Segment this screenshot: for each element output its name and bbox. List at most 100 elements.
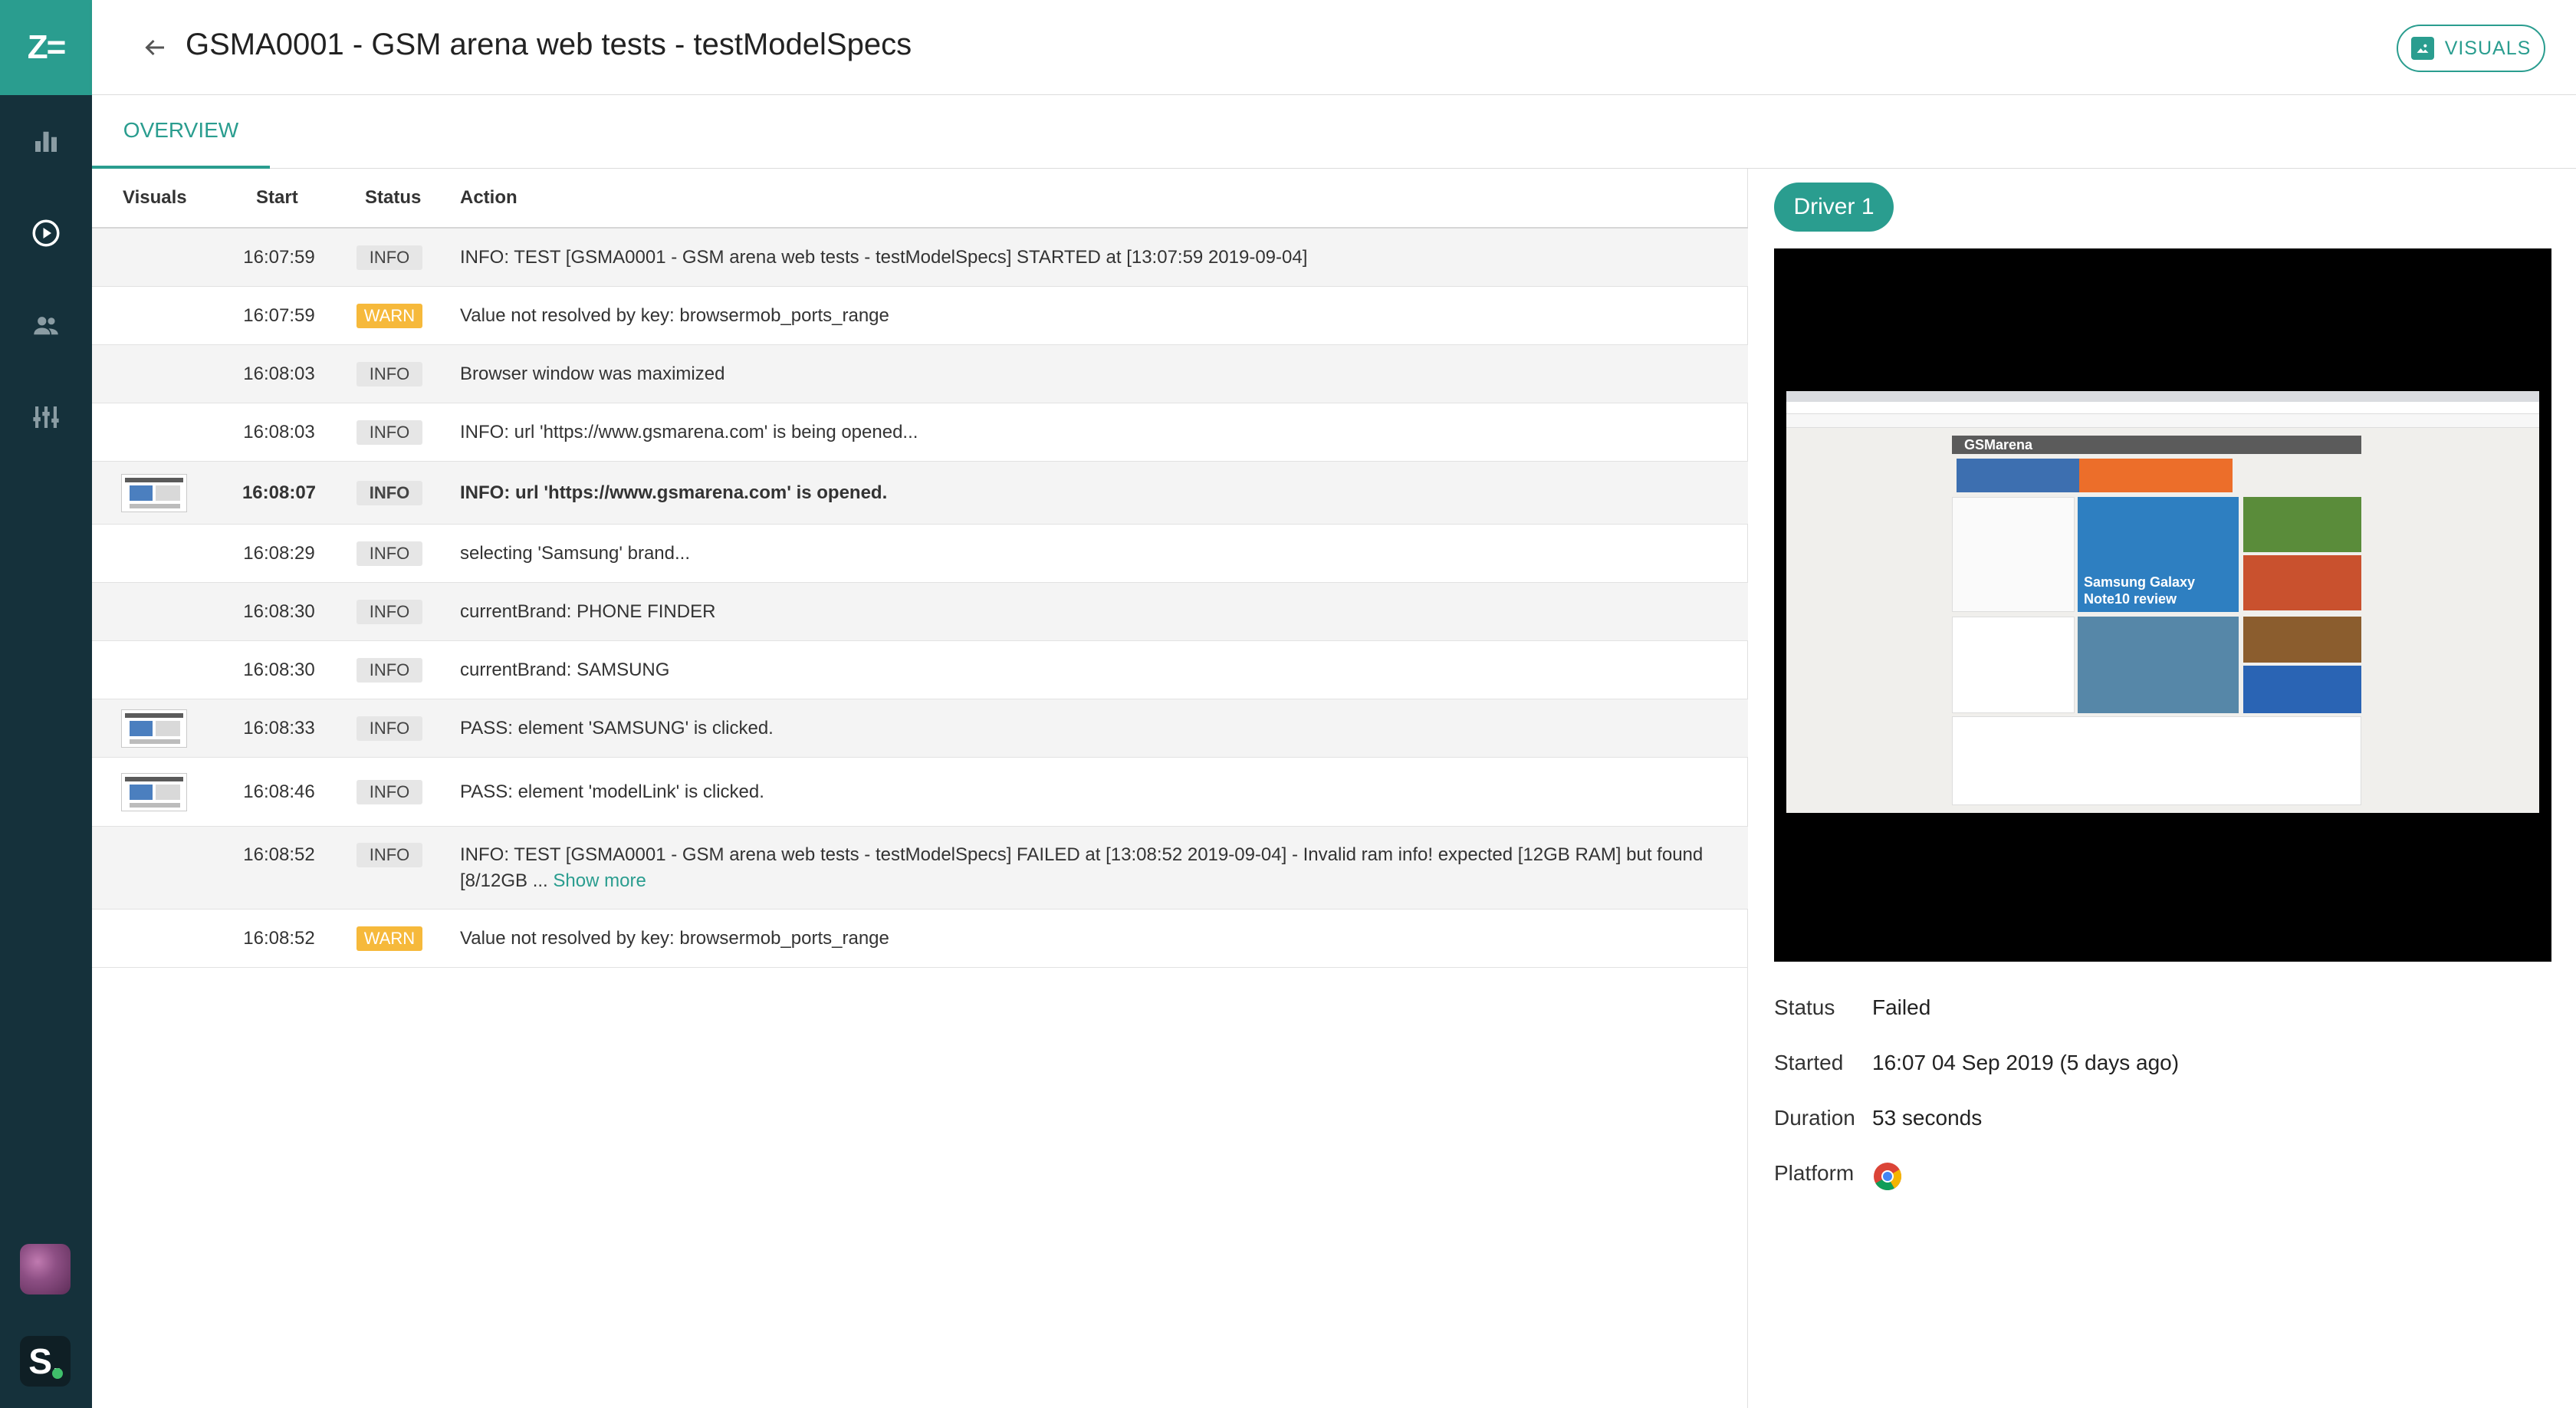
status-dot [52, 1368, 63, 1379]
visual-thumbnail[interactable] [121, 474, 187, 512]
log-start-time: 16:08:03 [243, 364, 315, 384]
detail-label: Platform [1774, 1161, 1855, 1185]
app-logo[interactable]: Z= [0, 0, 92, 95]
detail-status: Status Failed [1774, 995, 2541, 1026]
user-avatar[interactable] [20, 1244, 71, 1295]
arrow-left-icon [145, 39, 164, 56]
image-icon [2410, 37, 2434, 60]
status-badge: INFO [356, 420, 422, 445]
log-row[interactable]: 16:08:33 INFO PASS: element 'SAMSUNG' is c… [92, 699, 1748, 758]
log-start-time: 16:08:29 [243, 543, 315, 564]
detail-label: Started [1774, 1051, 1844, 1074]
back-button[interactable] [135, 28, 175, 67]
detail-platform: Platform [1774, 1161, 2541, 1192]
nav-rail: Z= S. [0, 0, 92, 1408]
site-tile [2243, 555, 2361, 610]
log-action: PASS: element 'SAMSUNG' is clicked. [460, 716, 1717, 742]
log-action: INFO: TEST [GSMA0001 - GSM arena web tes… [460, 842, 1717, 894]
visuals-button-label: VISUALS [2444, 37, 2532, 59]
nav-test-runs[interactable] [0, 202, 92, 264]
status-badge: INFO [356, 716, 422, 741]
column-action[interactable]: Action [460, 187, 518, 209]
site-ad-box [1952, 617, 2075, 713]
browser-screenshot: GSMarena Samsung Galaxy Note10 review [1786, 391, 2539, 813]
log-row[interactable]: 16:07:59 WARN Value not resolved by key: b… [92, 287, 1748, 345]
log-start-time: 16:08:33 [243, 718, 315, 739]
visuals-button[interactable]: VISUALS [2397, 25, 2545, 72]
log-action-text: INFO: TEST [GSMA0001 - GSM arena web tes… [460, 844, 1704, 891]
status-value: Failed [1872, 995, 1931, 1019]
site-latest-devices [1952, 716, 2361, 805]
log-start-time: 16:08:46 [243, 781, 315, 802]
visual-thumbnail[interactable] [121, 709, 187, 748]
log-row[interactable]: 16:08:03 INFO INFO: url 'https://www.gsmar… [92, 403, 1748, 462]
log-start-time: 16:08:03 [243, 422, 315, 442]
log-row[interactable]: 16:08:29 INFO selecting 'Samsung' brand... [92, 525, 1748, 583]
driver-video[interactable]: GSMarena Samsung Galaxy Note10 review [1774, 248, 2551, 962]
log-table: Visuals Start Status Action 16:07:59 INFO… [92, 169, 1748, 1408]
people-icon [34, 317, 58, 335]
detail-label: Duration [1774, 1106, 1855, 1130]
status-badge: INFO [356, 843, 422, 867]
log-action-text: currentBrand: PHONE FINDER [460, 601, 716, 622]
status-badge: INFO [356, 481, 422, 505]
started-value: 16:07 04 Sep 2019 (5 days ago) [1872, 1051, 2180, 1074]
app-switcher[interactable]: S. [20, 1336, 71, 1387]
log-start-time: 16:08:30 [243, 601, 315, 622]
log-row[interactable]: 16:07:59 INFO INFO: TEST [GSMA0001 - GSM a… [92, 229, 1748, 287]
nav-integrations[interactable] [0, 387, 92, 448]
log-action: currentBrand: PHONE FINDER [460, 599, 1717, 625]
site-tile [2078, 617, 2239, 713]
log-row[interactable]: 16:08:52 INFO INFO: TEST [GSMA0001 - GSM a… [92, 827, 1748, 910]
detail-duration: Duration 53 seconds [1774, 1106, 2541, 1137]
page-header: GSMA0001 - GSM arena web tests - testMod… [92, 0, 2576, 95]
visual-thumbnail[interactable] [121, 773, 187, 811]
status-badge: INFO [356, 245, 422, 270]
log-action: PASS: element 'modelLink' is clicked. [460, 779, 1717, 805]
log-action-text: selecting 'Samsung' brand... [460, 543, 690, 564]
log-row[interactable]: 16:08:30 INFO currentBrand: SAMSUNG [92, 641, 1748, 699]
log-row[interactable]: 16:08:52 WARN Value not resolved by key: b… [92, 910, 1748, 968]
duration-value: 53 seconds [1872, 1106, 1983, 1130]
log-action: INFO: TEST [GSMA0001 - GSM arena web tes… [460, 245, 1717, 271]
log-row[interactable]: 16:08:07 INFO INFO: url 'https://www.gsmar… [92, 462, 1748, 525]
log-start-time: 16:08:07 [242, 482, 317, 503]
browser-tab-bar [1786, 391, 2539, 402]
column-start[interactable]: Start [256, 187, 298, 209]
site-ad-banner [2079, 459, 2233, 492]
driver-chip[interactable]: Driver 1 [1774, 183, 1894, 232]
status-badge: INFO [356, 541, 422, 566]
play-circle-icon [32, 219, 60, 247]
log-action-text: PASS: element 'SAMSUNG' is clicked. [460, 718, 774, 739]
log-row[interactable]: 16:08:46 INFO PASS: element 'modelLink' is… [92, 758, 1748, 827]
log-action: Value not resolved by key: browsermob_po… [460, 926, 1717, 952]
site-hero-text: Samsung Galaxy Note10 review [2084, 574, 2196, 607]
log-row[interactable]: 16:08:03 INFO Browser window was maximized [92, 345, 1748, 403]
log-row[interactable]: 16:08:30 INFO currentBrand: PHONE FINDER [92, 583, 1748, 641]
nav-dashboard[interactable] [0, 110, 92, 172]
status-badge: WARN [356, 304, 422, 328]
log-action: Browser window was maximized [460, 361, 1717, 387]
log-action: INFO: url 'https://www.gsmarena.com' is … [460, 480, 1717, 506]
status-badge: INFO [356, 780, 422, 804]
log-action: Value not resolved by key: browsermob_po… [460, 303, 1717, 329]
status-badge: INFO [356, 362, 422, 387]
nav-members[interactable] [0, 294, 92, 356]
log-start-time: 16:08:52 [243, 844, 315, 865]
page-title: GSMA0001 - GSM arena web tests - testMod… [186, 28, 912, 61]
column-status[interactable]: Status [365, 187, 421, 209]
sliders-icon [33, 406, 59, 428]
site-tile [2243, 666, 2361, 713]
log-table-header: Visuals Start Status Action [92, 169, 1748, 229]
browser-info-bar [1786, 414, 2539, 428]
log-action-text: INFO: url 'https://www.gsmarena.com' is … [460, 482, 888, 503]
show-more-link[interactable]: Show more [553, 870, 646, 891]
column-visuals[interactable]: Visuals [123, 187, 187, 209]
log-action-text: PASS: element 'modelLink' is clicked. [460, 781, 764, 802]
site-tile [2243, 617, 2361, 663]
tab-overview[interactable]: OVERVIEW [92, 95, 270, 169]
status-badge: INFO [356, 658, 422, 683]
detail-started: Started 16:07 04 Sep 2019 (5 days ago) [1774, 1051, 2541, 1081]
log-start-time: 16:08:52 [243, 928, 315, 949]
log-action: INFO: url 'https://www.gsmarena.com' is … [460, 419, 1717, 446]
